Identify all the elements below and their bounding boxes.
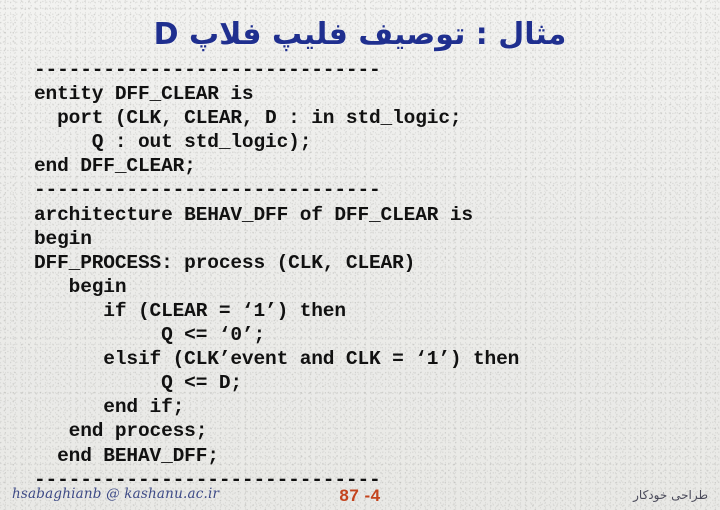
code-separator-line: ------------------------------ (34, 179, 381, 202)
code-line: begin (34, 227, 92, 250)
code-line: if (CLEAR = ‘1’) then (34, 299, 346, 322)
code-line: end if; (34, 396, 185, 419)
code-line: end DFF_CLEAR; (34, 155, 196, 178)
code-line: port (CLK, CLEAR, D : in std_logic; (34, 107, 462, 130)
vhdl-code-block: ------------------------------ entity DFF… (34, 58, 706, 492)
slide-canvas: مثال : توصیف فلیپ فلاپ D ---------------… (0, 0, 720, 510)
code-line: end process; (34, 420, 208, 443)
code-separator-line: ------------------------------ (34, 59, 381, 81)
code-line: entity DFF_CLEAR is (34, 83, 254, 106)
code-line: Q <= ‘0’; (34, 324, 266, 347)
page-title: مثال : توصیف فلیپ فلاپ D (153, 17, 567, 52)
footer-course-label: طراحی خودکار (633, 488, 708, 502)
code-line: architecture BEHAV_DFF of DFF_CLEAR is (34, 203, 473, 226)
slide-title-row: مثال : توصیف فلیپ فلاپ D (0, 16, 720, 54)
code-line: Q : out std_logic); (34, 131, 312, 154)
code-line: end BEHAV_DFF; (34, 444, 219, 467)
code-line: begin (34, 275, 127, 298)
code-line: DFF_PROCESS: process (CLK, CLEAR) (34, 251, 416, 274)
code-line: Q <= D; (34, 372, 242, 395)
code-line: elsif (CLK’event and CLK = ‘1’) then (34, 348, 520, 371)
slide-footer: hsabaghianb @ kashanu.ac.ir 87 -4 طراحی … (0, 486, 720, 510)
footer-page-number: 87 -4 (339, 486, 381, 505)
